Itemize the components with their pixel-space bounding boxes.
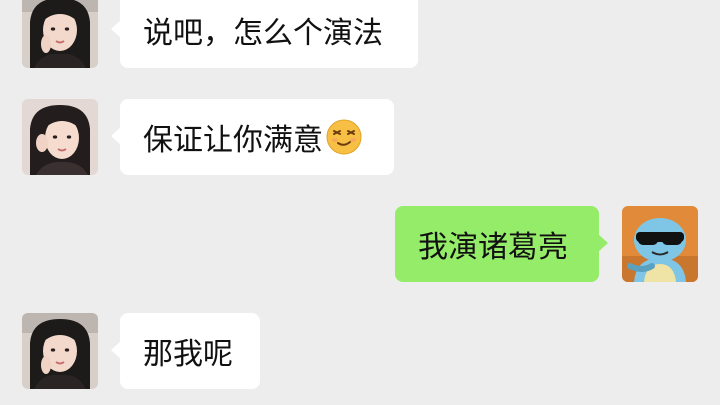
message-bubble[interactable]: 说吧，怎么个演法 — [111, 0, 418, 68]
girl-avatar-icon — [22, 99, 98, 175]
message-bubble[interactable]: 保证让你满意 — [111, 99, 394, 175]
message-text: 说吧，怎么个演法 — [143, 16, 383, 51]
message-bubble[interactable]: 我演诸葛亮 — [395, 206, 608, 282]
contact-avatar[interactable] — [22, 0, 98, 68]
message-text: 那我呢 — [143, 337, 233, 372]
self-avatar[interactable] — [622, 206, 698, 282]
chat-window: 说吧，怎么个演法 保证让你满意 我演诸葛亮 那我呢 — [0, 0, 720, 405]
message-row: 说吧，怎么个演法 — [0, 0, 720, 68]
message-row: 我演诸葛亮 — [0, 206, 720, 282]
contact-avatar[interactable] — [22, 313, 98, 389]
message-text: 保证让你满意 — [143, 123, 323, 158]
message-bubble[interactable]: 那我呢 — [111, 313, 260, 389]
girl-avatar-icon — [22, 313, 98, 389]
message-row: 那我呢 — [0, 313, 720, 389]
message-row: 保证让你满意 — [0, 99, 720, 175]
smirking-face-emoji-icon — [325, 118, 363, 156]
message-text: 我演诸葛亮 — [418, 230, 568, 265]
contact-avatar[interactable] — [22, 99, 98, 175]
squirtle-sunglasses-icon — [622, 206, 698, 282]
girl-avatar-icon — [22, 0, 98, 68]
